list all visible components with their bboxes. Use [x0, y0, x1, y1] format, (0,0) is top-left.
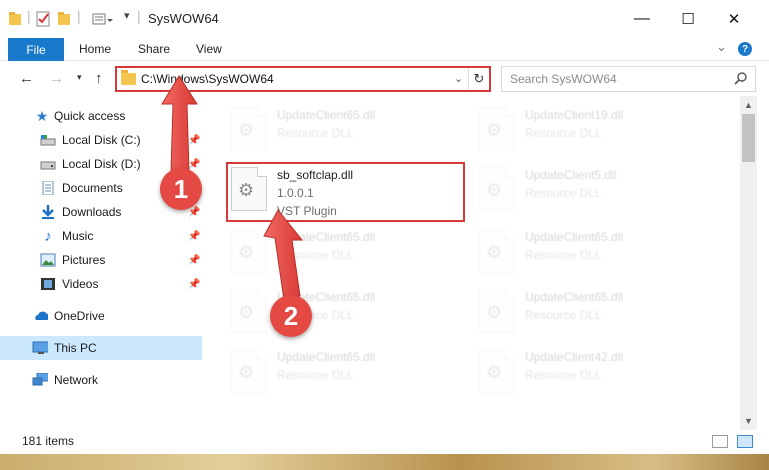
annotation-arrows	[161, 75, 304, 301]
arrow-to-file	[263, 209, 304, 301]
step-badge-1: 1	[160, 168, 202, 210]
arrow-to-address-bar	[161, 75, 198, 173]
step-badge-2: 2	[270, 295, 312, 337]
